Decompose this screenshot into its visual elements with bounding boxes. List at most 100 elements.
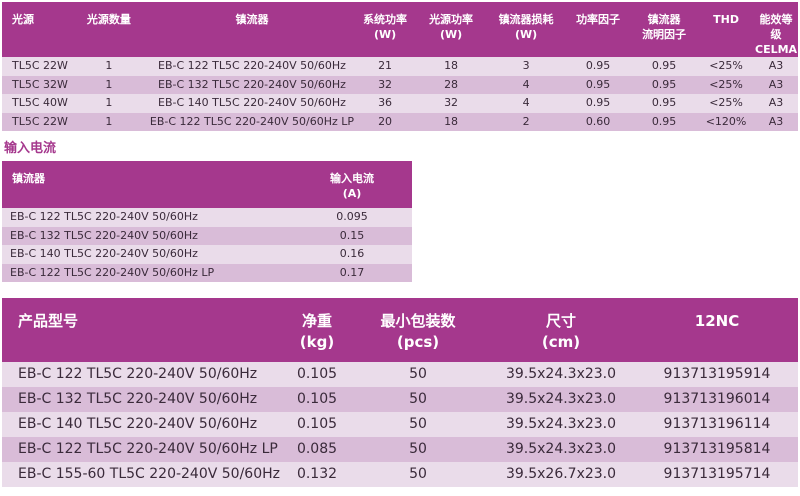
header-line: 尺寸 [545,312,576,330]
ballast-spec-table: 光源 光源数量 镇流器 系统功率 (W) 光源功率 (W) 镇流器损耗 (W) … [2,2,798,131]
cell-net-weight: 0.105 [284,412,350,437]
col-header-input-current: 输入电流 (A) [292,161,412,208]
cell-net-weight: 0.105 [284,387,350,412]
header-unit: (W) [439,28,463,41]
header-unit: (cm) [541,333,581,351]
cell-power-factor: 0.60 [566,112,631,131]
cell-ballast-loss: 4 [486,75,567,94]
cell-lumen-factor: 0.95 [630,75,699,94]
header-line: 光源 [12,13,34,26]
table-row: EB-C 122 TL5C 220-240V 50/60Hz LP 0.085 … [2,437,798,462]
header-line: 流明因子 [642,28,687,41]
header-unit: (W) [373,28,397,41]
col-header-system-power: 系统功率 (W) [354,2,417,57]
header-unit: (pcs) [396,333,440,351]
cell-lumen-factor: 0.95 [630,112,699,131]
col-header-lamp-count: 光源数量 [67,2,150,57]
header-unit: (kg) [299,333,335,351]
table-row: EB-C 132 TL5C 220-240V 50/60Hz 0.105 50 … [2,387,798,412]
cell-ballast: EB-C 132 TL5C 220-240V 50/60Hz [149,75,355,94]
input-current-table: 镇流器 输入电流 (A) EB-C 122 TL5C 220-240V 50/6… [2,161,412,282]
cell-12nc: 913713195814 [636,437,798,462]
cell-model: EB-C 155-60 TL5C 220-240V 50/60Hz [2,462,284,487]
cell-ballast: EB-C 122 TL5C 220-240V 50/60Hz [2,208,292,227]
input-current-header-row: 镇流器 输入电流 (A) [2,161,412,208]
header-line: 镇流器 [235,13,269,26]
header-line: 系统功率 [363,13,408,26]
header-line: THD [713,13,739,26]
header-line: 能效等级 [759,13,793,41]
cell-lamp: TL5C 32W [2,75,68,94]
cell-lamp-power: 18 [416,57,487,76]
cell-ballast: EB-C 132 TL5C 220-240V 50/60Hz [2,226,292,245]
cell-net-weight: 0.085 [284,437,350,462]
cell-lumen-factor: 0.95 [630,94,699,113]
cell-system-power: 36 [354,94,417,113]
cell-min-pack: 50 [350,437,486,462]
cell-lamp-count: 1 [67,57,150,76]
cell-min-pack: 50 [350,412,486,437]
cell-lamp-power: 28 [416,75,487,94]
cell-lamp-count: 1 [67,75,150,94]
table-row: EB-C 132 TL5C 220-240V 50/60Hz 0.15 [2,226,412,245]
header-unit: (A) [342,187,362,200]
cell-lamp-count: 1 [67,94,150,113]
col-header-model: 产品型号 [2,298,284,362]
table-row: EB-C 122 TL5C 220-240V 50/60Hz 0.095 [2,208,412,227]
cell-model: EB-C 122 TL5C 220-240V 50/60Hz LP [2,437,284,462]
cell-lamp: TL5C 22W [2,57,68,76]
cell-system-power: 32 [354,75,417,94]
col-header-lumen-factor: 镇流器 流明因子 [630,2,699,57]
section-title-input-current: 输入电流 [4,141,57,156]
col-header-min-pack: 最小包装数 (pcs) [350,298,486,362]
table-row: TL5C 22W 1 EB-C 122 TL5C 220-240V 50/60H… [2,57,798,76]
col-header-net-weight: 净重 (kg) [284,298,350,362]
cell-ballast-loss: 4 [486,94,567,113]
cell-model: EB-C 140 TL5C 220-240V 50/60Hz [2,412,284,437]
product-table: 产品型号 净重 (kg) 最小包装数 (pcs) 尺寸 (cm) 12NC EB… [2,298,798,487]
table-row: TL5C 40W 1 EB-C 140 TL5C 220-240V 50/60H… [2,94,798,113]
table-row: EB-C 122 TL5C 220-240V 50/60Hz 0.105 50 … [2,362,798,387]
cell-energy-class: A3 [754,112,798,131]
cell-lumen-factor: 0.95 [630,57,699,76]
cell-dimensions: 39.5x24.3x23.0 [486,362,636,387]
cell-min-pack: 50 [350,362,486,387]
cell-12nc: 913713195914 [636,362,798,387]
cell-ballast: EB-C 122 TL5C 220-240V 50/60Hz [149,57,355,76]
cell-lamp: TL5C 22W [2,112,68,131]
cell-net-weight: 0.105 [284,362,350,387]
cell-energy-class: A3 [754,94,798,113]
col-header-ballast: 镇流器 [2,161,292,208]
cell-power-factor: 0.95 [566,94,631,113]
cell-input-current: 0.15 [292,226,412,245]
col-header-ballast-loss: 镇流器损耗 (W) [486,2,567,57]
spec-header-row: 光源 光源数量 镇流器 系统功率 (W) 光源功率 (W) 镇流器损耗 (W) … [2,2,798,57]
cell-energy-class: A3 [754,57,798,76]
cell-dimensions: 39.5x24.3x23.0 [486,412,636,437]
cell-thd: <25% [698,75,755,94]
table-row: EB-C 155-60 TL5C 220-240V 50/60Hz 0.132 … [2,462,798,487]
cell-net-weight: 0.132 [284,462,350,487]
cell-lamp-power: 32 [416,94,487,113]
cell-energy-class: A3 [754,75,798,94]
cell-ballast-loss: 3 [486,57,567,76]
cell-lamp-count: 1 [67,112,150,131]
cell-ballast: EB-C 122 TL5C 220-240V 50/60Hz LP [149,112,355,131]
header-line: 光源数量 [86,13,131,26]
header-line: 光源功率 [429,13,474,26]
cell-power-factor: 0.95 [566,75,631,94]
col-header-power-factor: 功率因子 [566,2,631,57]
cell-model: EB-C 132 TL5C 220-240V 50/60Hz [2,387,284,412]
table-row: EB-C 140 TL5C 220-240V 50/60Hz 0.105 50 … [2,412,798,437]
cell-system-power: 20 [354,112,417,131]
header-line: 镇流器 [647,13,681,26]
header-line: 最小包装数 [380,312,456,330]
cell-min-pack: 50 [350,387,486,412]
cell-lamp-power: 18 [416,112,487,131]
cell-input-current: 0.095 [292,208,412,227]
header-line: 输入电流 [330,172,374,185]
cell-thd: <25% [698,94,755,113]
header-line: CELMA [755,43,798,56]
col-header-energy-class: 能效等级 CELMA [754,2,798,57]
table-row: TL5C 32W 1 EB-C 132 TL5C 220-240V 50/60H… [2,75,798,94]
